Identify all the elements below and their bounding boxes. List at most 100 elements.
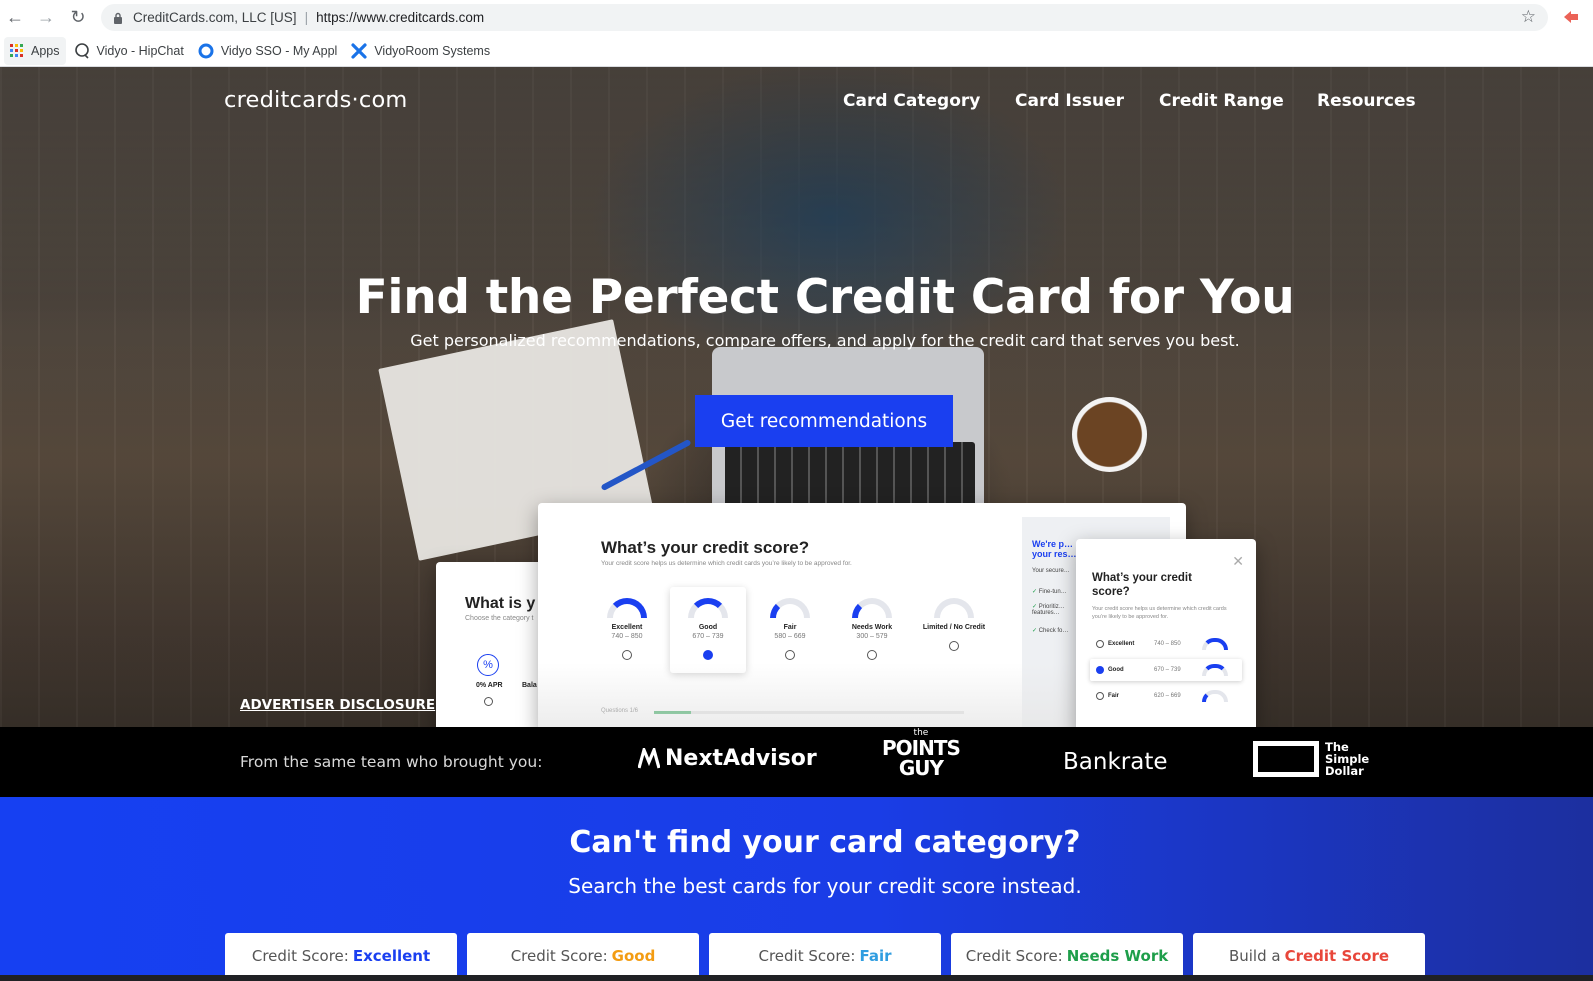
- bookmark-vidyoroom[interactable]: VidyoRoom Systems: [345, 37, 496, 65]
- mock-right-row-range: 620 – 669: [1154, 693, 1181, 699]
- mock-progress-fill: [654, 711, 692, 714]
- mock-mobile-credit-card: ✕ What’s your credit score? Your credit …: [1076, 539, 1256, 727]
- mock-option-radio-selected: [703, 650, 713, 660]
- os-taskbar-edge: [0, 975, 1593, 981]
- score-button-prefix: Credit Score:: [758, 947, 856, 965]
- mock-option-needs-work: Needs Work 300 – 579: [837, 598, 907, 660]
- mock-right-subtitle: Your credit score helps us determine whi…: [1092, 606, 1227, 620]
- hero-title: Find the Perfect Credit Card for You: [355, 270, 1295, 325]
- nav-card-category[interactable]: Card Category: [843, 91, 980, 111]
- nextadvisor-name: NextAdvisor: [665, 746, 817, 771]
- credit-score-needs-work-button[interactable]: Credit Score: Needs Work: [951, 933, 1183, 979]
- mock-progress-track: [654, 711, 964, 714]
- mock-side-item: ✓ Fine-tun…: [1032, 588, 1067, 595]
- credit-score-fair-button[interactable]: Credit Score: Fair: [709, 933, 941, 979]
- bookmark-vidyo-sso[interactable]: Vidyo SSO - My Appl: [192, 37, 344, 65]
- gauge-icon: [934, 598, 974, 618]
- bookmark-hipchat[interactable]: Vidyo - HipChat: [68, 37, 190, 65]
- mock-side-item-text: Check fo…: [1038, 628, 1069, 634]
- mock-side-item: ✓ Check fo…: [1032, 627, 1068, 634]
- partner-brands-strip: From the same team who brought you: Next…: [0, 727, 1593, 797]
- gauge-icon: [1202, 638, 1228, 650]
- mock-option-radio: [949, 641, 959, 651]
- get-recommendations-button[interactable]: Get recommendations: [695, 395, 953, 447]
- site-logo[interactable]: creditcards·com: [224, 87, 408, 113]
- credit-score-good-button[interactable]: Credit Score: Good: [467, 933, 699, 979]
- score-button-prefix: Credit Score:: [510, 947, 608, 965]
- percent-icon: %: [477, 654, 499, 676]
- nextadvisor-logo[interactable]: NextAdvisor: [637, 744, 817, 771]
- score-button-value: Needs Work: [1066, 947, 1169, 965]
- mock-right-row-label: Fair: [1108, 693, 1120, 699]
- nav-credit-range[interactable]: Credit Range: [1159, 91, 1284, 111]
- mock-option-label: Good: [698, 624, 718, 631]
- mock-right-title: What’s your credit score?: [1092, 572, 1192, 598]
- chat-bubble-icon: [74, 42, 90, 59]
- mock-option-fair: Fair 580 – 669: [755, 598, 825, 660]
- mock-progress-label: Questions 1/6: [601, 708, 639, 714]
- simple-dollar-logo[interactable]: The Simple Dollar: [1253, 741, 1369, 777]
- credit-score-excellent-button[interactable]: Credit Score: Excellent: [225, 933, 457, 979]
- close-icon: ✕: [1232, 553, 1244, 569]
- mock-option-excellent: Excellent 740 – 850: [592, 598, 662, 660]
- mock-right-radio-selected: [1096, 666, 1104, 674]
- mock-left-apr: 0% APR: [476, 682, 503, 689]
- address-separator: |: [304, 10, 309, 25]
- gauge-icon: [1202, 690, 1228, 702]
- mock-option-good: Good 670 – 739: [673, 598, 743, 660]
- category-subtitle: Search the best cards for your credit sc…: [568, 874, 1082, 898]
- build-credit-score-button[interactable]: Build a Credit Score: [1193, 933, 1425, 979]
- reload-icon[interactable]: ↻: [66, 5, 90, 29]
- score-button-value: Excellent: [352, 947, 431, 965]
- browser-toolbar: ← → ↻ CreditCards.com, LLC [US] | https:…: [0, 0, 1593, 35]
- mock-left-subtitle: Choose the category t: [465, 615, 534, 622]
- simple-dollar-box-icon: [1253, 741, 1319, 777]
- mock-right-row: Fair 620 – 669: [1092, 685, 1240, 707]
- mock-option-label: Limited / No Credit: [922, 624, 986, 631]
- mock-main-title: What’s your credit score?: [601, 538, 810, 557]
- address-bar[interactable]: CreditCards.com, LLC [US] | https://www.…: [101, 4, 1548, 31]
- bookmark-apps[interactable]: Apps: [4, 36, 66, 65]
- mock-option-range: 300 – 579: [856, 633, 888, 640]
- brands-lead-text: From the same team who brought you:: [240, 753, 543, 771]
- nav-card-issuer[interactable]: Card Issuer: [1015, 91, 1124, 111]
- mock-side-item: ✓ Prioritiz… features…: [1032, 603, 1077, 616]
- site-identity: CreditCards.com, LLC [US]: [133, 10, 297, 25]
- url-text: https://www.creditcards.com: [316, 10, 485, 25]
- forward-arrow-icon[interactable]: →: [34, 5, 58, 29]
- simple-dollar-wordmark: The Simple Dollar: [1325, 741, 1369, 777]
- points-guy-logo[interactable]: the POINTS GUY: [882, 729, 961, 780]
- mock-right-row-label: Good: [1108, 667, 1124, 673]
- mock-right-radio: [1096, 692, 1104, 700]
- mock-option-label: Needs Work: [851, 624, 893, 631]
- coffee-mug-image: [1072, 397, 1147, 472]
- mock-option-range: 740 – 850: [611, 633, 643, 640]
- simple-dollar-line: Dollar: [1325, 764, 1364, 778]
- score-button-prefix: Credit Score:: [251, 947, 349, 965]
- bookmark-label: VidyoRoom Systems: [374, 43, 491, 58]
- gauge-icon: [770, 598, 810, 618]
- mock-left-title: What is y: [465, 595, 536, 612]
- bookmark-label: Apps: [31, 43, 60, 58]
- hero-subtitle: Get personalized recommendations, compar…: [410, 331, 1240, 350]
- check-icon: ✓: [1032, 589, 1039, 595]
- score-button-value: Good: [611, 947, 656, 965]
- back-arrow-icon[interactable]: ←: [3, 5, 27, 29]
- apps-grid-icon: [10, 43, 24, 58]
- mock-option-radio: [785, 650, 795, 660]
- bookmark-label: Vidyo - HipChat: [96, 43, 184, 58]
- advertiser-disclosure-link[interactable]: ADVERTISER DISCLOSURE: [240, 697, 435, 713]
- points-guy-bot: GUY: [898, 756, 944, 780]
- mock-right-row-range: 740 – 850: [1154, 641, 1181, 647]
- mock-side-text: Your secure…: [1032, 568, 1070, 574]
- bookmark-label: Vidyo SSO - My Appl: [220, 43, 338, 58]
- gauge-icon: [688, 598, 728, 618]
- bookmark-star-icon[interactable]: ☆: [1521, 7, 1536, 27]
- extension-icon[interactable]: [1562, 8, 1580, 26]
- nav-resources[interactable]: Resources: [1317, 91, 1416, 111]
- vidyoroom-x-icon: [351, 42, 367, 59]
- mock-option-limited: Limited / No Credit: [919, 598, 989, 651]
- score-button-prefix: Build a: [1228, 947, 1281, 965]
- mock-option-radio: [867, 650, 877, 660]
- bankrate-logo[interactable]: Bankrate: [1063, 749, 1168, 775]
